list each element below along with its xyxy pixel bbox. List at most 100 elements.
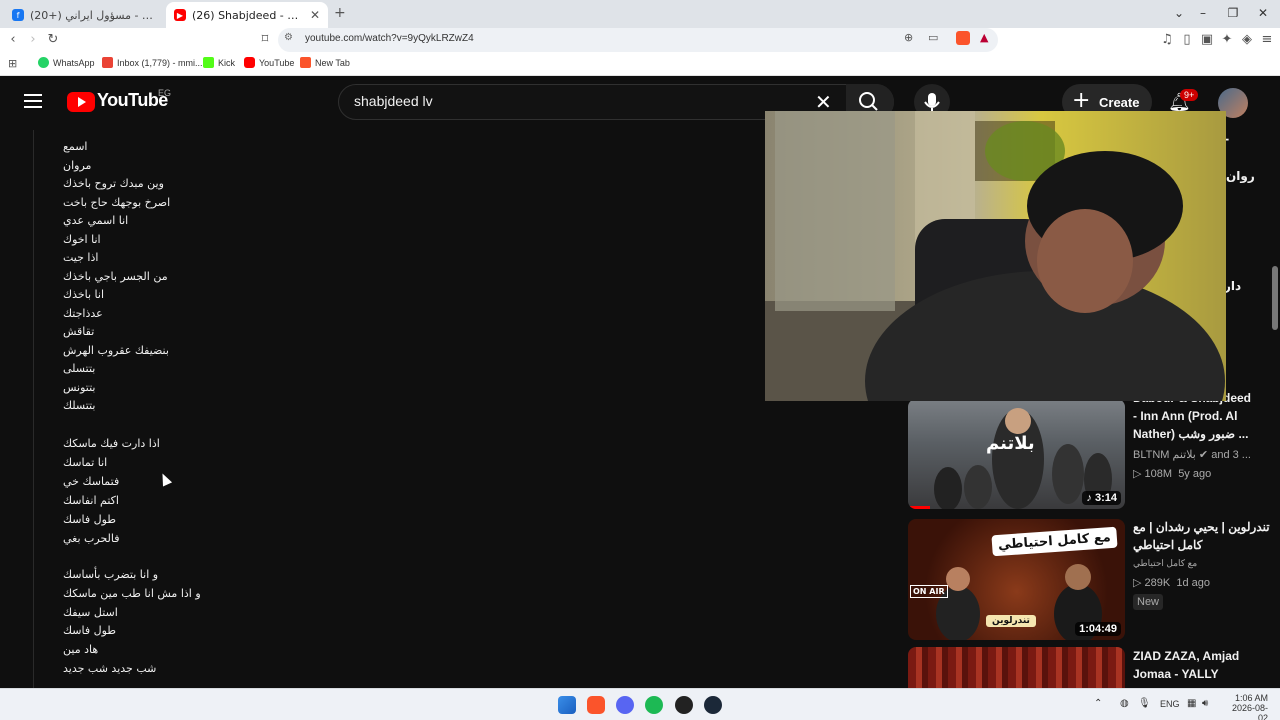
view-count: 108M — [1144, 468, 1173, 480]
apps-grid-icon[interactable]: ⊞ — [8, 57, 17, 70]
site-info-icon[interactable]: ⚙ — [284, 32, 293, 43]
vpn-icon[interactable]: ◈ — [1238, 31, 1256, 49]
app-icon[interactable] — [675, 696, 693, 714]
start-icon[interactable] — [558, 696, 576, 714]
microphone-icon[interactable]: 🎙︎ — [1138, 698, 1151, 709]
leo-icon[interactable]: ✦ — [1218, 31, 1236, 49]
new-badge: New — [1133, 594, 1164, 610]
lyric-line: انا اسمي عدي — [63, 214, 129, 227]
lyric-line: طول فاسك — [63, 624, 117, 637]
lyric-line: اكتم انفاسك — [63, 494, 119, 507]
lyric-line: و انا بتضرب بأساسك — [63, 568, 159, 581]
create-label: Create — [1099, 95, 1140, 110]
media-icon[interactable]: ♫ — [1158, 31, 1176, 49]
video-title[interactable]: ZIAD ZAZA, Amjad Jomaa - YALLY — [1133, 647, 1239, 683]
bookmark-new-tab[interactable]: New Tab — [300, 57, 350, 68]
video-duration: ♪ 3:14 — [1082, 491, 1121, 505]
youtube-icon: ▶ — [174, 9, 186, 21]
divider — [33, 130, 34, 688]
cast-icon[interactable]: ▭ — [928, 31, 938, 44]
clock[interactable]: 1:06 AM 2026-08-02 — [1222, 693, 1268, 720]
tab-facebook[interactable]: f (20+) ضياء أبو عون - مسؤول ايراني : ..… — [4, 2, 164, 28]
webcam-overlay — [765, 111, 1226, 401]
channel-label: BLTNM بلاتنم — [1133, 449, 1196, 461]
sidebar-icon[interactable]: ▯ — [1178, 31, 1196, 49]
title-line: Jomaa - YALLY — [1133, 667, 1219, 681]
whatsapp-icon — [38, 57, 49, 68]
tray-icon[interactable]: ◍ — [1120, 698, 1129, 709]
bookmark-label: Kick — [218, 57, 236, 68]
lyric-line: استل سيفك — [63, 606, 118, 619]
video-duration: 1:04:49 — [1075, 622, 1121, 636]
tray-chevron-icon[interactable]: ⌃ — [1094, 698, 1102, 709]
clock-date: 2026-08-02 — [1231, 703, 1268, 720]
channel-name[interactable]: BLTNM بلاتنم ✔ and 3 ... — [1133, 448, 1251, 461]
clock-time: 1:06 AM — [1234, 693, 1268, 703]
bookmark-whatsapp[interactable]: WhatsApp — [38, 57, 95, 68]
new-tab-button[interactable]: + — [334, 5, 346, 21]
upload-age: 1d ago — [1176, 577, 1211, 589]
volume-icon[interactable]: 🔊︎ — [1202, 698, 1208, 709]
minimize-button[interactable]: – — [1192, 4, 1214, 22]
collab-label: and 3 ... — [1211, 449, 1251, 461]
close-window-button[interactable]: ✕ — [1252, 4, 1274, 22]
wallet-icon[interactable]: ▣ — [1198, 31, 1216, 49]
view-count: 289K — [1144, 577, 1171, 589]
taskbar: ⌃ ◍ 🎙︎ ENG ▦ 🔊︎ 1:06 AM 2026-08-02 — [0, 688, 1280, 720]
youtube-page: YouTube EG shabjdeed lv ✕ + Create 🔔︎ 9+… — [0, 76, 1280, 697]
shuffle-icon: ▷ — [1133, 577, 1142, 589]
lyric-line: بتتونس — [63, 380, 96, 394]
bookmark-kick[interactable]: Kick — [203, 57, 235, 68]
lyric-line: تقاقش — [63, 325, 95, 338]
lyric-line: من الجسر باجي باخذك — [63, 269, 168, 283]
video-stats: ▷ 289K 1d ago — [1133, 576, 1210, 589]
network-icon[interactable]: ▦ — [1187, 698, 1196, 709]
back-icon[interactable]: ‹ — [4, 31, 22, 49]
brave-icon[interactable] — [587, 696, 605, 714]
language-indicator[interactable]: ENG — [1160, 699, 1180, 709]
tab-label: (20+) ضياء أبو عون - مسؤول ايراني : ... — [30, 8, 156, 22]
hamburger-menu-icon[interactable] — [24, 94, 42, 108]
brave-rewards-icon[interactable]: ▲ — [980, 31, 988, 44]
title-line: كامل احتياطي — [1133, 538, 1203, 552]
youtube-logo-icon[interactable] — [67, 92, 95, 112]
tab-list-icon[interactable]: ⌄ — [1168, 4, 1190, 22]
spotify-icon[interactable] — [645, 696, 663, 714]
menu-icon[interactable]: ≡ — [1258, 31, 1276, 49]
tab-label: (26) Shabjdeed - SLV (Prod. S... — [192, 8, 304, 22]
video-thumbnail[interactable]: بلاتنم ♪ 3:14 — [908, 399, 1125, 509]
steam-icon[interactable] — [704, 696, 722, 714]
lyric-line: مروان — [63, 158, 92, 172]
discord-icon[interactable] — [616, 696, 634, 714]
bookmark-youtube[interactable]: YouTube — [244, 57, 294, 68]
reload-icon[interactable]: ↻ — [44, 31, 62, 49]
page-scrollbar[interactable] — [1272, 266, 1278, 330]
zoom-icon[interactable]: ⊕ — [904, 31, 913, 44]
bookmark-icon[interactable]: ⌑ — [256, 31, 274, 49]
title-line: Nather) ضبور وشب ... — [1133, 427, 1249, 441]
bookmark-label: New Tab — [315, 57, 350, 68]
channel-name[interactable]: مع كامل احتياطي — [1133, 558, 1197, 569]
webcam-image — [765, 111, 1226, 401]
lyric-line: بتتسلى — [63, 362, 96, 375]
region-code: EG — [158, 88, 172, 98]
bookmark-gmail[interactable]: Inbox (1,779) - mmi... — [102, 57, 203, 68]
close-icon[interactable]: ✕ — [310, 8, 320, 22]
related-title-partial: روان — [1226, 169, 1255, 183]
lyric-line: فتماسك خي — [63, 475, 120, 488]
lyric-line: و اذا مش انا طب مين ماسكك — [63, 587, 201, 600]
bookmark-label: WhatsApp — [53, 57, 95, 68]
brave-shield-icon[interactable] — [956, 31, 970, 45]
maximize-button[interactable]: ❐ — [1222, 4, 1244, 22]
title-line: ZIAD ZAZA, Amjad — [1133, 649, 1240, 663]
thumbnail-text: بلاتنم — [986, 433, 1035, 454]
kick-icon — [203, 57, 214, 68]
lyric-line: انا اخوك — [63, 232, 101, 246]
upload-age: 5y ago — [1178, 468, 1212, 480]
video-thumbnail[interactable]: مع كامل احتياطي ON AIR تندرلوين 1:04:49 — [908, 519, 1125, 640]
thumbnail-subtext: تندرلوين — [986, 615, 1036, 627]
tab-youtube[interactable]: ▶ (26) Shabjdeed - SLV (Prod. S... ✕ — [166, 2, 328, 28]
lyric-line: اذا جيت — [63, 251, 99, 264]
video-title[interactable]: تندرلوين | يحيي رشدان | مع كامل احتياطي — [1133, 518, 1270, 554]
forward-icon[interactable]: › — [24, 31, 42, 49]
